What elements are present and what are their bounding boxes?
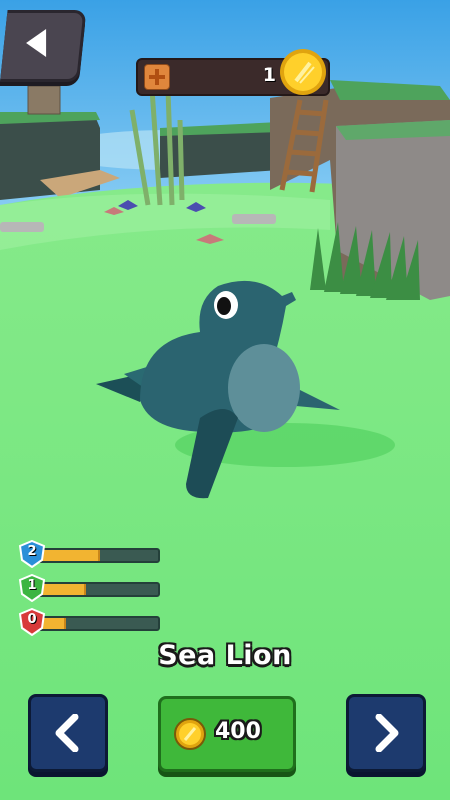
chevron-left-icon [55,714,79,752]
game-scene [0,0,450,800]
stat-level: 2 [27,544,37,559]
coin-count: 1 [262,64,276,86]
shield-badge-icon: 0 [18,607,46,637]
buy-button[interactable]: 400 [158,696,296,772]
arrow-left-icon [26,29,47,57]
stat-level: 0 [27,612,37,627]
shield-badge-icon: 1 [18,573,46,603]
stat-level: 1 [27,578,37,593]
animal-name: Sea Lion [158,640,292,671]
stat-row-3: 0 [18,607,160,637]
stat-row-2: 1 [18,573,160,603]
next-animal-button[interactable] [346,694,426,772]
stat-row-1: 2 [18,539,160,569]
back-button[interactable] [0,10,87,82]
stat-fill [38,550,100,561]
shield-badge-icon: 2 [18,539,46,569]
chevron-right-icon [375,714,399,752]
coin-icon [280,49,326,95]
prev-animal-button[interactable] [28,694,108,772]
buy-price: 400 [215,719,261,744]
plus-icon[interactable] [144,64,170,90]
coin-icon [174,718,206,750]
